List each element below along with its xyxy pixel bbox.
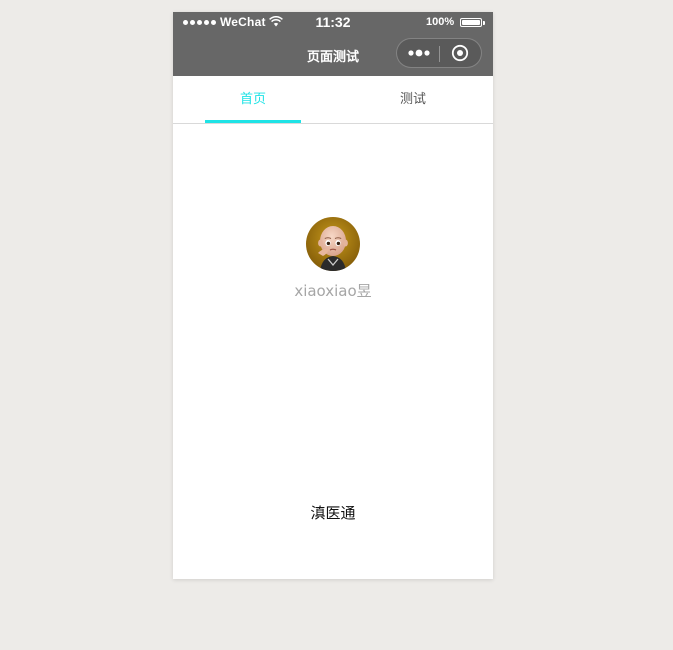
tab-active-indicator [205, 120, 301, 123]
battery-icon [460, 18, 482, 27]
tab-home[interactable]: 首页 [173, 76, 333, 123]
capsule-divider [439, 46, 440, 62]
tab-test[interactable]: 测试 [333, 76, 493, 123]
avatar[interactable] [306, 217, 360, 271]
battery-tip [483, 21, 485, 25]
close-icon[interactable] [451, 44, 469, 62]
tab-bar: 首页 测试 [173, 76, 493, 124]
status-bar: WeChat 11:32 100% [173, 12, 493, 32]
menu-capsule [396, 38, 482, 68]
username: xiaoxiao昱 [294, 282, 372, 300]
more-icon[interactable] [407, 48, 431, 58]
battery-percentage: 100% [426, 16, 455, 28]
phone-screen: WeChat 11:32 100% 页面测试 首页 测试 xiaoxiao昱 滇… [173, 12, 493, 579]
footer-text: 滇医通 [310, 504, 356, 522]
navigation-bar: WeChat 11:32 100% 页面测试 [173, 12, 493, 76]
